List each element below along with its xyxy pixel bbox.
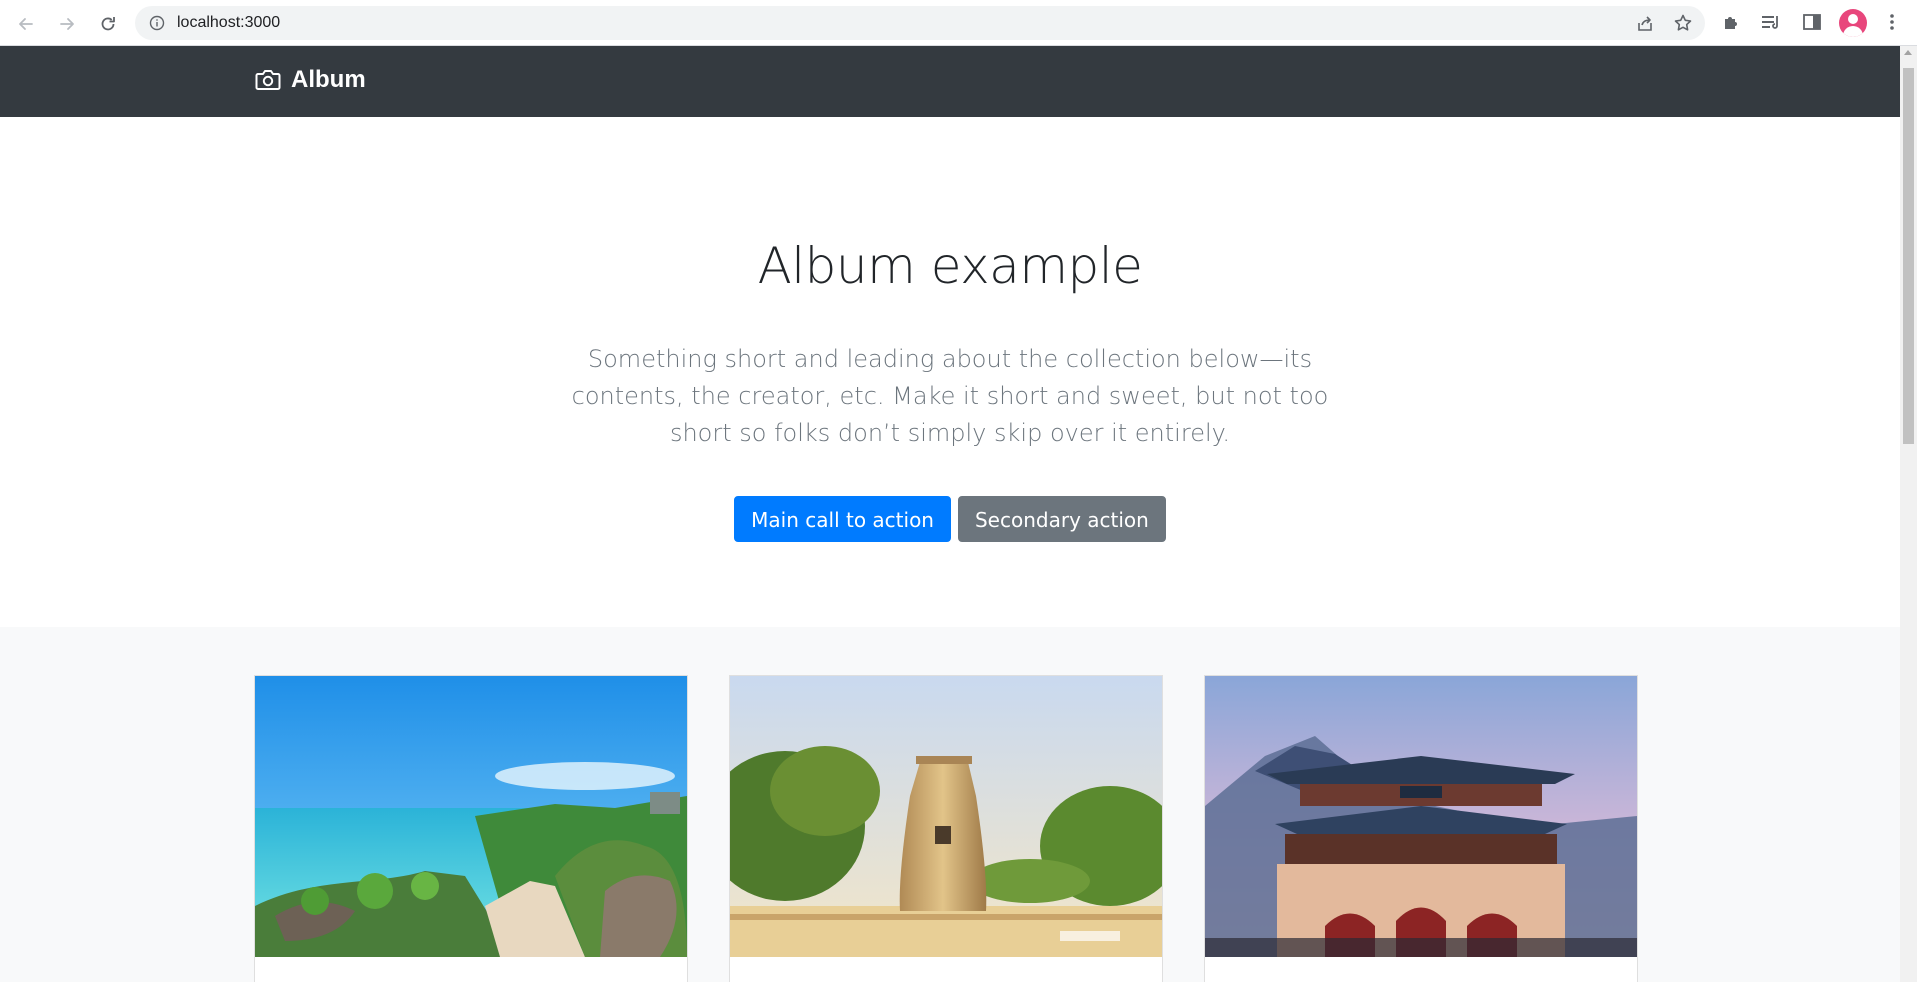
- browser-toolbar: localhost:3000: [0, 0, 1917, 46]
- coastal-path-photo: [255, 676, 687, 957]
- extensions-puzzle-icon[interactable]: [1721, 11, 1743, 33]
- secondary-action-button[interactable]: Secondary action: [957, 496, 1166, 542]
- camera-icon: [255, 70, 281, 90]
- stone-observatory-tower-photo: [730, 676, 1162, 957]
- page-viewport: Album Album example Something short and …: [0, 46, 1900, 982]
- profile-avatar[interactable]: [1839, 9, 1867, 37]
- site-info-icon[interactable]: [149, 15, 165, 31]
- forward-arrow-icon: [60, 18, 74, 30]
- reading-list-icon[interactable]: [1760, 11, 1782, 33]
- hero-lead: Something short and leading about the co…: [571, 345, 1329, 447]
- page-scrollbar[interactable]: [1900, 46, 1917, 982]
- album-section: [0, 627, 1900, 982]
- brand-text: Album: [291, 66, 366, 93]
- back-arrow-icon: [19, 18, 33, 30]
- url-text: localhost:3000: [177, 14, 281, 31]
- album-card: [729, 675, 1163, 982]
- forward-button[interactable]: [53, 10, 81, 38]
- card-image-coastal-path: [255, 676, 687, 957]
- card-image-palace-gate: [1205, 676, 1637, 957]
- palace-gate-photo: [1205, 676, 1637, 957]
- reload-button[interactable]: [94, 10, 122, 38]
- side-panel-icon[interactable]: [1801, 11, 1823, 33]
- more-menu-icon[interactable]: [1882, 11, 1902, 33]
- album-card: [254, 675, 688, 982]
- hero-title: Album example: [757, 237, 1143, 295]
- back-button[interactable]: [12, 10, 40, 38]
- card-image-stone-tower: [730, 676, 1162, 957]
- share-icon[interactable]: [1635, 14, 1655, 34]
- hero-buttons: Main call to action Secondary action: [0, 496, 1900, 542]
- address-bar[interactable]: localhost:3000: [135, 6, 1705, 40]
- scroll-up-arrow-icon[interactable]: [1904, 50, 1912, 55]
- navbar: Album: [0, 46, 1900, 117]
- main-call-to-action-button[interactable]: Main call to action: [734, 496, 951, 542]
- album-card: [1204, 675, 1638, 982]
- bookmark-star-icon[interactable]: [1673, 13, 1693, 33]
- scrollbar-thumb[interactable]: [1903, 68, 1914, 444]
- reload-icon: [101, 17, 115, 31]
- hero-section: Album example Something short and leadin…: [0, 117, 1900, 627]
- navbar-brand[interactable]: Album: [255, 68, 366, 92]
